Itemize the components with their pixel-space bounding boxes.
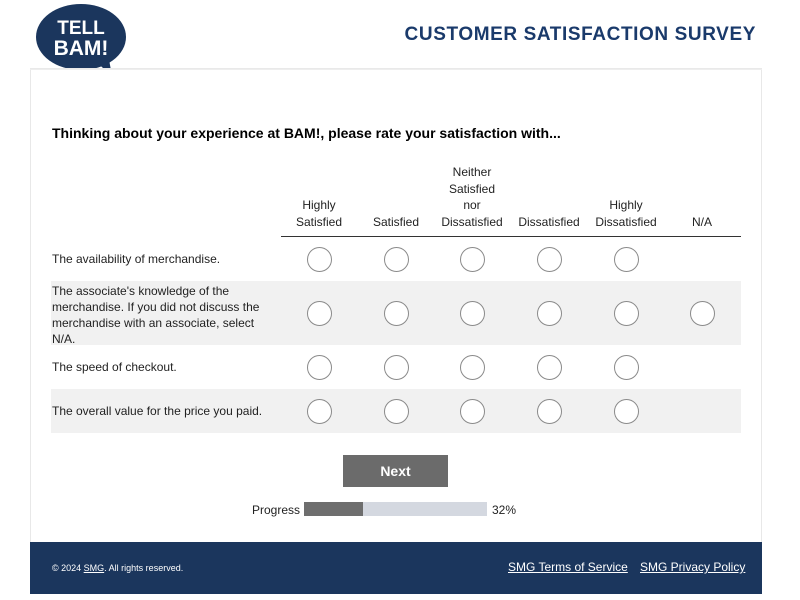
progress-label: Progress [252, 503, 301, 517]
radio-option[interactable] [613, 354, 639, 380]
radio-option[interactable] [613, 246, 639, 272]
question-text: Thinking about your experience at BAM!, … [52, 125, 561, 141]
radio-option[interactable] [306, 354, 332, 380]
radio-option[interactable] [459, 354, 485, 380]
radio-option[interactable] [689, 300, 715, 326]
radio-option[interactable] [306, 300, 332, 326]
rating-row: The overall value for the price you paid… [51, 389, 741, 433]
svg-text:BAM!: BAM! [54, 37, 109, 60]
survey-title: CUSTOMER SATISFACTION SURVEY [404, 24, 756, 45]
column-header: Neither Satisfied nor Dissatisfied [441, 165, 503, 229]
radio-option[interactable] [306, 246, 332, 272]
terms-of-service-link[interactable]: SMG Terms of Service [508, 560, 628, 574]
radio-option[interactable] [459, 300, 485, 326]
smg-link[interactable]: SMG [84, 563, 105, 573]
radio-option[interactable] [383, 398, 409, 424]
radio-option[interactable] [383, 246, 409, 272]
row-label: The speed of checkout. [52, 360, 177, 374]
progress-bar [304, 502, 487, 516]
radio-option[interactable] [383, 354, 409, 380]
radio-option[interactable] [383, 300, 409, 326]
radio-option[interactable] [459, 398, 485, 424]
radio-option[interactable] [459, 246, 485, 272]
next-button[interactable]: Next [343, 455, 448, 487]
radio-option[interactable] [536, 354, 562, 380]
svg-text:TELL: TELL [57, 18, 105, 39]
column-header: N/A [691, 214, 712, 229]
radio-option[interactable] [536, 398, 562, 424]
rating-row: The availability of merchandise. [51, 237, 741, 281]
radio-option[interactable] [536, 246, 562, 272]
radio-option[interactable] [536, 300, 562, 326]
rating-row: The associate's knowledge of the merchan… [51, 281, 741, 346]
radio-option[interactable] [306, 398, 332, 424]
row-label: The availability of merchandise. [52, 252, 221, 266]
rating-row: The speed of checkout. [51, 345, 741, 389]
column-header: Satisfied [372, 214, 420, 229]
row-label: The associate's knowledge of the merchan… [52, 284, 260, 346]
row-label: The overall value for the price you paid… [52, 404, 263, 418]
radio-option[interactable] [613, 398, 639, 424]
privacy-policy-link[interactable]: SMG Privacy Policy [640, 560, 745, 574]
progress-fill [304, 502, 363, 516]
tell-bam-logo: TELL BAM! [36, 2, 128, 78]
copyright-text: © 2024 SMG. All rights reserved. [52, 563, 184, 573]
column-header: Dissatisfied [518, 214, 580, 229]
column-header: Highly Dissatisfied [595, 198, 657, 229]
column-header: Highly Satisfied [295, 198, 343, 229]
progress-percent: 32% [492, 503, 517, 517]
radio-option[interactable] [613, 300, 639, 326]
footer: © 2024 SMG. All rights reserved. SMG Ter… [30, 542, 762, 594]
